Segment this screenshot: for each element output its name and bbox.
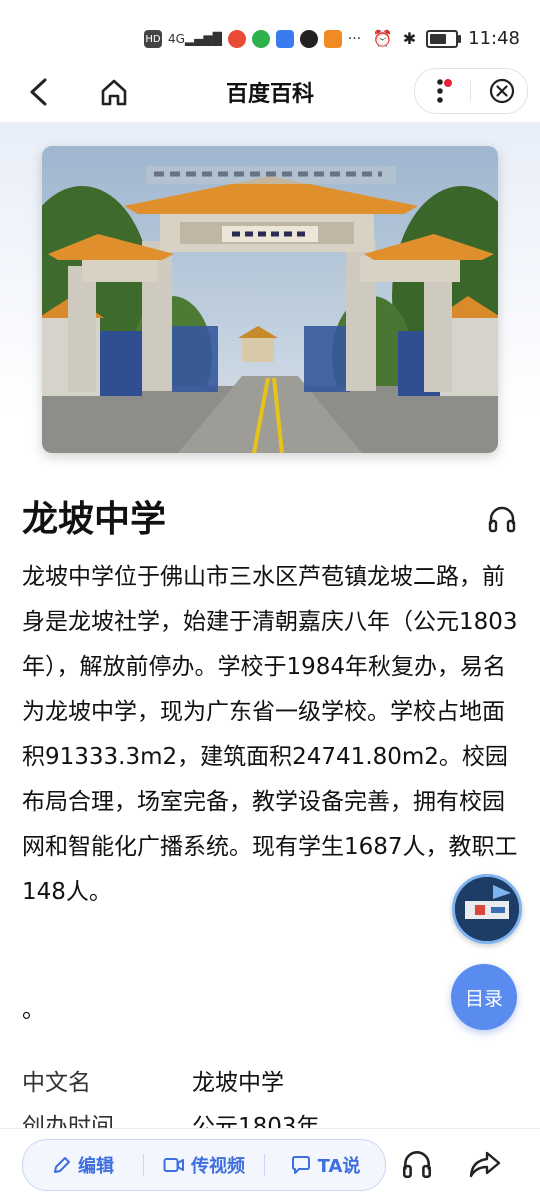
status-icons-left: HD 4G▂▄▆█ ··· xyxy=(144,30,361,48)
ta-say-button[interactable]: TA说 xyxy=(265,1152,385,1178)
home-button[interactable] xyxy=(96,74,132,110)
back-arrow-icon xyxy=(30,78,47,106)
close-icon xyxy=(489,78,514,104)
bluetooth-icon: ✱ xyxy=(402,29,417,48)
bottom-action-bar: 编辑 传视频 TA说 xyxy=(0,1128,540,1201)
action-pill: 编辑 传视频 TA说 xyxy=(22,1139,386,1191)
info-value: 龙坡中学 xyxy=(192,1070,284,1096)
nav-bar: 百度百科 xyxy=(0,60,540,122)
home-icon xyxy=(101,79,127,106)
battery-icon xyxy=(426,29,462,48)
ta-say-label: TA说 xyxy=(317,1156,361,1177)
video-camera-icon xyxy=(163,1158,184,1172)
capsule-divider xyxy=(470,81,472,101)
upload-video-button[interactable]: 传视频 xyxy=(144,1152,264,1178)
mini-program-capsule xyxy=(414,68,528,114)
signal-icon: 4G▂▄▆█ xyxy=(168,32,222,46)
close-button[interactable] xyxy=(482,73,522,109)
info-key: 中文名 xyxy=(22,1070,91,1096)
article-title: 龙坡中学 xyxy=(22,499,167,540)
catalog-button[interactable]: 目录 xyxy=(451,964,517,1030)
more-notifications-icon: ··· xyxy=(347,31,362,47)
school-gate-illustration xyxy=(42,146,498,453)
wechat-icon xyxy=(251,30,270,48)
listen-button[interactable] xyxy=(486,503,518,535)
hero-image[interactable] xyxy=(42,146,498,453)
assistant-avatar-icon xyxy=(455,877,519,941)
status-icons-right: ⏰ ✱ 11:48 xyxy=(373,28,520,49)
more-vertical-icon xyxy=(437,79,443,103)
chat-bubble-icon xyxy=(291,1156,310,1174)
hd-icon: HD xyxy=(144,30,162,48)
back-button[interactable] xyxy=(20,74,56,110)
alarm-icon: ⏰ xyxy=(372,29,393,48)
edit-label: 编辑 xyxy=(78,1156,114,1177)
article-summary: 龙坡中学位于佛山市三水区芦苞镇龙坡二路，前身是龙坡社学，始建于清朝嘉庆八年（公元… xyxy=(22,564,518,905)
notification-dot xyxy=(444,79,453,87)
headphones-icon xyxy=(488,506,516,533)
headphones-icon xyxy=(402,1151,432,1179)
info-row: 中文名 龙坡中学 xyxy=(22,1058,522,1102)
summary-end: 。 xyxy=(22,997,45,1023)
status-time: 11:48 xyxy=(468,28,520,49)
app-icon xyxy=(227,30,246,48)
bottom-listen-button[interactable] xyxy=(400,1147,434,1181)
app-icon xyxy=(275,30,294,48)
floating-assistant-button[interactable] xyxy=(452,874,522,944)
upload-video-label: 传视频 xyxy=(191,1156,245,1177)
share-arrow-icon xyxy=(469,1151,501,1178)
more-button[interactable] xyxy=(420,73,460,109)
pencil-icon xyxy=(54,1157,70,1173)
app-icon xyxy=(323,30,342,48)
share-button[interactable] xyxy=(466,1145,504,1183)
edit-button[interactable]: 编辑 xyxy=(23,1152,143,1178)
qq-icon xyxy=(299,30,318,48)
